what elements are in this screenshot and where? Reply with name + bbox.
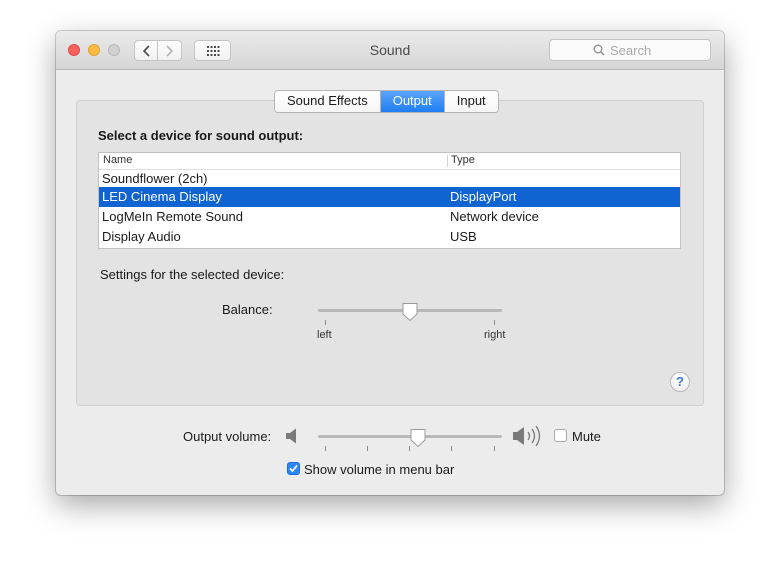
device-name: Soundflower (2ch) xyxy=(102,171,208,186)
table-row[interactable]: Soundflower (2ch) xyxy=(99,169,680,189)
title-bar: Sound Search xyxy=(56,31,724,70)
help-button[interactable]: ? xyxy=(670,372,690,392)
table-row[interactable]: Display Audio USB xyxy=(99,227,680,247)
balance-left-label: left xyxy=(317,329,332,341)
tab-sound-effects[interactable]: Sound Effects xyxy=(275,91,381,112)
column-divider xyxy=(447,155,448,167)
device-type: DisplayPort xyxy=(450,189,517,204)
output-volume-label: Output volume: xyxy=(183,429,272,444)
search-icon xyxy=(593,44,605,56)
device-type: Network device xyxy=(450,209,539,224)
volume-tick xyxy=(367,446,368,451)
device-name: LED Cinema Display xyxy=(102,189,222,204)
tab-bar: Sound Effects Output Input xyxy=(274,90,499,113)
balance-slider-knob[interactable] xyxy=(401,302,419,322)
speaker-low-icon xyxy=(286,428,296,444)
device-table[interactable]: Name Type Soundflower (2ch) LED Cinema D… xyxy=(98,152,681,249)
checkmark-icon xyxy=(289,464,298,473)
volume-tick xyxy=(451,446,452,451)
search-field[interactable]: Search xyxy=(549,39,711,61)
output-panel xyxy=(76,100,704,406)
mute-checkbox[interactable] xyxy=(554,429,567,442)
table-row[interactable]: LogMeIn Remote Sound Network device xyxy=(99,207,680,227)
volume-tick xyxy=(325,446,326,451)
table-row-selected[interactable]: LED Cinema Display DisplayPort xyxy=(99,187,680,207)
balance-tick-right xyxy=(494,320,495,325)
device-type: USB xyxy=(450,229,477,244)
balance-right-label: right xyxy=(484,329,506,341)
column-header-name[interactable]: Name xyxy=(103,154,132,166)
sound-preferences-window: Sound Search Sound Effects Output Input … xyxy=(56,31,724,495)
volume-slider-knob[interactable] xyxy=(409,428,427,448)
balance-label: Balance: xyxy=(222,302,273,317)
search-placeholder: Search xyxy=(610,43,652,58)
tab-input[interactable]: Input xyxy=(444,91,498,112)
show-volume-checkbox[interactable] xyxy=(287,462,300,475)
speaker-high-icon xyxy=(513,425,541,447)
device-name: Display Audio xyxy=(102,229,181,244)
tab-output[interactable]: Output xyxy=(380,91,445,112)
table-header: Name Type xyxy=(99,153,680,170)
volume-tick xyxy=(494,446,495,451)
device-section-label: Select a device for sound output: xyxy=(98,128,304,143)
show-volume-label: Show volume in menu bar xyxy=(304,462,455,477)
column-header-type[interactable]: Type xyxy=(451,154,475,166)
balance-tick-left xyxy=(325,320,326,325)
device-settings-label: Settings for the selected device: xyxy=(100,267,285,282)
mute-label: Mute xyxy=(572,429,601,444)
device-name: LogMeIn Remote Sound xyxy=(102,209,243,224)
